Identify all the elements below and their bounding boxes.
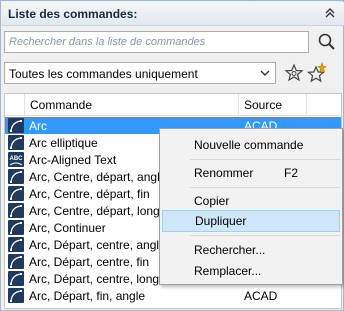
menu-item-label: Rechercher...	[194, 243, 266, 257]
command-name: Arc, Départ, centre, longueur	[29, 272, 159, 286]
chevron-down-icon	[259, 66, 271, 83]
new-star-icon	[306, 62, 328, 87]
menu-item-label: Copier	[194, 194, 230, 208]
arc-icon	[8, 169, 24, 184]
icon-column-header	[5, 94, 25, 116]
menu-item-label: Renommer	[194, 166, 254, 180]
menu-item[interactable]: Remplacer...	[160, 260, 342, 282]
command-name: Arc, Continuer	[29, 221, 106, 235]
arc-icon	[8, 288, 24, 303]
arc-icon	[8, 237, 24, 252]
filter-selected-value: Toutes les commandes uniquement	[9, 67, 198, 81]
menu-separator	[190, 187, 340, 188]
star-filter-button[interactable]	[283, 62, 305, 84]
new-star-button[interactable]	[306, 62, 328, 84]
arc-icon	[8, 135, 24, 150]
arc-icon	[8, 118, 24, 133]
arc-icon	[8, 186, 24, 201]
command-name: Arc, Départ, centre, angle	[29, 238, 159, 252]
menu-item[interactable]: Renommer F2	[160, 162, 342, 184]
star-filter-icon	[283, 63, 305, 87]
menu-item-label: Dupliquer	[195, 214, 247, 228]
search-input[interactable]	[5, 32, 308, 52]
command-name: Arc-Aligned Text	[29, 153, 117, 167]
command-name: Arc, Centre, départ, fin	[29, 187, 150, 201]
search-button[interactable]	[315, 31, 339, 53]
arc-icon	[8, 220, 24, 235]
command-name: Arc, Centre, départ, longueur	[29, 204, 159, 218]
menu-item[interactable]: Copier	[160, 190, 342, 212]
menu-item[interactable]: Dupliquer	[162, 210, 340, 232]
menu-item-label: Nouvelle commande	[194, 138, 304, 152]
arc-icon	[8, 271, 24, 286]
arc-icon	[8, 254, 24, 269]
command-name: Arc, Centre, départ, angle	[29, 170, 159, 184]
svg-text:ABC: ABC	[10, 156, 24, 162]
command-name: Arc, Départ, fin, angle	[29, 289, 146, 303]
double-chevron-up-icon[interactable]	[322, 5, 338, 21]
search-icon	[315, 33, 339, 56]
arc-icon	[8, 203, 24, 218]
column-header-source[interactable]: Source	[239, 94, 307, 116]
list-header: Commande Source	[5, 94, 341, 116]
list-item[interactable]: Arc, Départ, fin, angle ACAD	[5, 287, 341, 304]
command-name: Arc elliptique	[29, 136, 98, 150]
context-menu: Nouvelle commande Renommer F2 Copier Dupliqu…	[159, 128, 343, 285]
text-icon: ABC	[8, 152, 24, 167]
menu-item[interactable]: Rechercher...	[160, 239, 342, 261]
command-name: Arc, Départ, centre, fin	[29, 255, 150, 269]
search-box	[4, 31, 309, 53]
menu-separator	[190, 235, 340, 236]
command-list-panel: Liste des commandes: Toutes les commande…	[0, 0, 344, 311]
command-filter-select[interactable]: Toutes les commandes uniquement	[4, 62, 276, 84]
panel-title-bar: Liste des commandes:	[2, 2, 344, 26]
menu-item-label: Remplacer...	[194, 264, 262, 278]
column-header-command[interactable]: Commande	[25, 94, 239, 116]
panel-title: Liste des commandes:	[8, 7, 138, 21]
menu-item[interactable]: Nouvelle commande	[160, 134, 342, 156]
command-source: ACAD	[244, 289, 278, 303]
menu-separator	[190, 159, 340, 160]
menu-item-shortcut: F2	[284, 166, 299, 180]
command-name: Arc	[29, 119, 47, 133]
